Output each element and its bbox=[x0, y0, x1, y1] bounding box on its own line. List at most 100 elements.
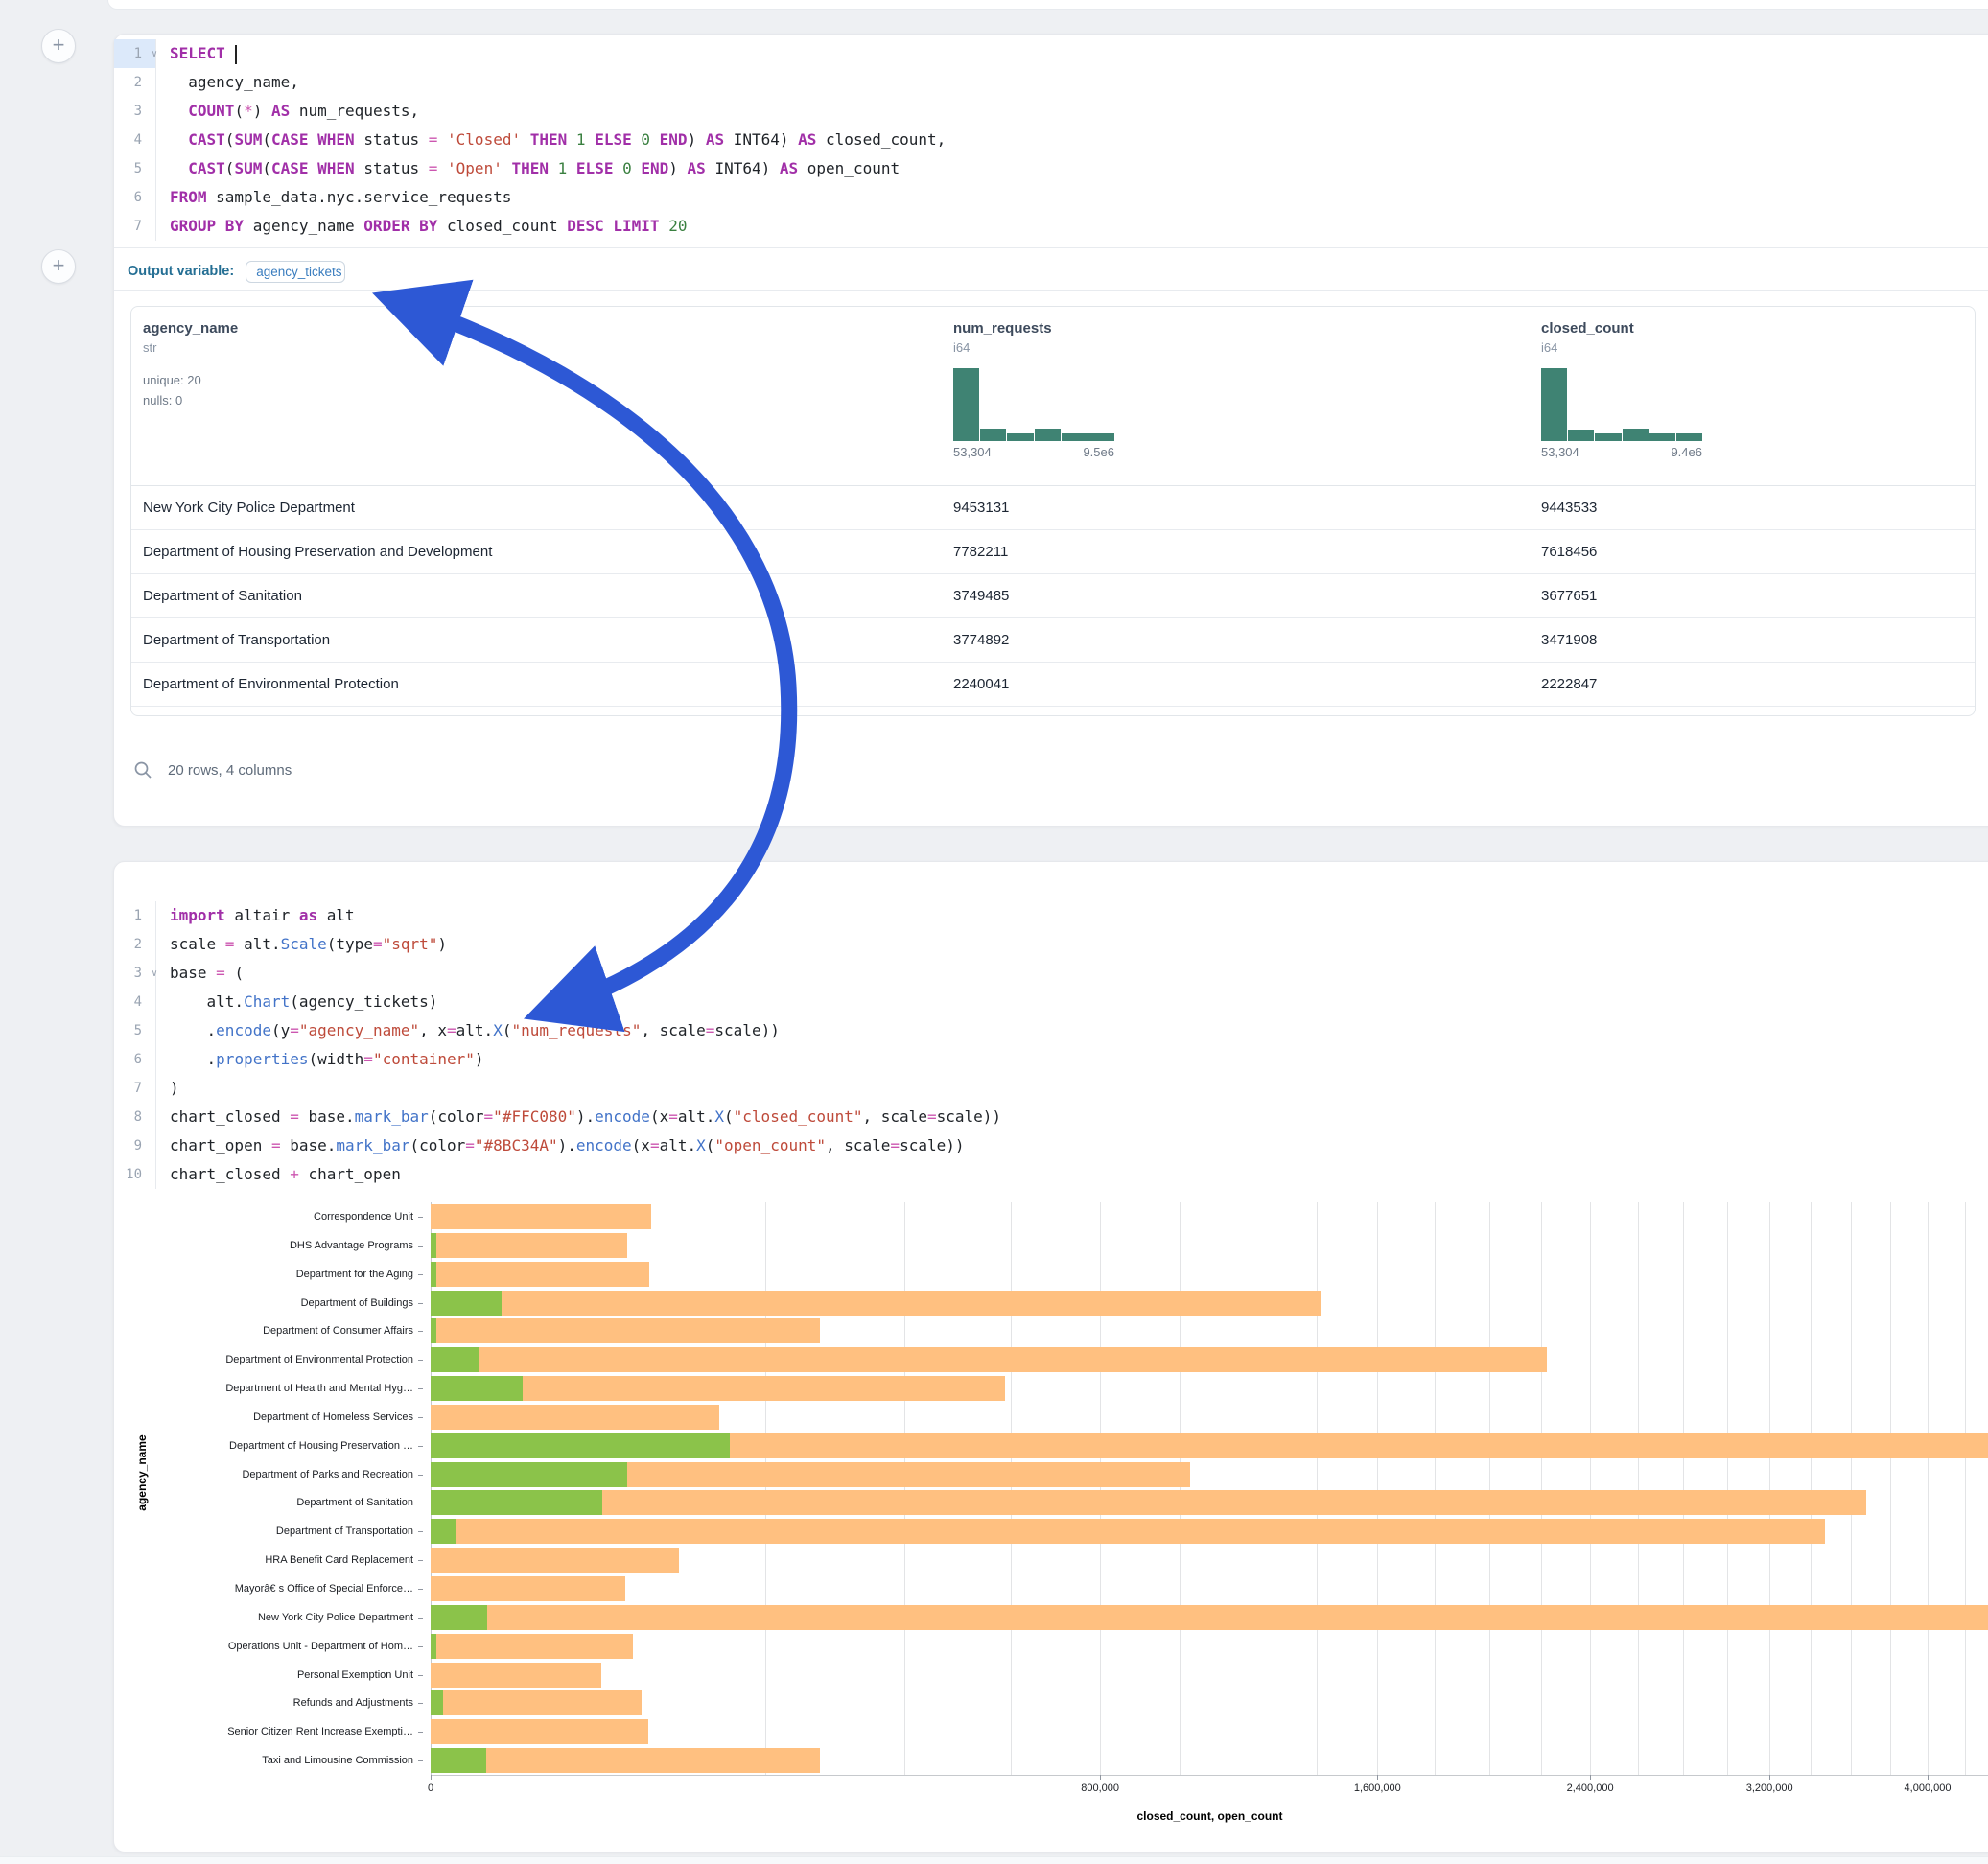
line-number-gutter: 3∨ bbox=[114, 959, 156, 988]
y-axis-tick-label: Taxi and Limousine Commission bbox=[262, 1755, 413, 1766]
bar-open-count bbox=[431, 1233, 436, 1258]
gridline bbox=[1100, 1202, 1101, 1775]
code-line[interactable]: 2 agency_name, bbox=[114, 68, 1988, 97]
bar-closed-count bbox=[431, 1634, 633, 1659]
code-line[interactable]: 3 COUNT(*) AS num_requests, bbox=[114, 97, 1988, 126]
bar-open-count bbox=[431, 1376, 523, 1401]
code-line[interactable]: 8chart_closed = base.mark_bar(color="#FF… bbox=[114, 1103, 1988, 1131]
code-text: CAST(SUM(CASE WHEN status = 'Open' THEN … bbox=[156, 154, 900, 183]
bar-open-count bbox=[431, 1690, 443, 1715]
column-type: str bbox=[143, 340, 953, 355]
code-line[interactable]: 9chart_open = base.mark_bar(color="#8BC3… bbox=[114, 1131, 1988, 1160]
histogram-bar bbox=[1623, 429, 1649, 441]
y-axis-tick bbox=[418, 1417, 423, 1418]
x-axis-tick bbox=[431, 1775, 432, 1780]
gridline bbox=[1769, 1202, 1770, 1775]
y-axis-tick bbox=[418, 1217, 423, 1218]
bar-open-count bbox=[431, 1634, 436, 1659]
bar-closed-count bbox=[431, 1490, 1866, 1515]
code-line[interactable]: 2scale = alt.Scale(type="sqrt") bbox=[114, 930, 1988, 959]
divider bbox=[114, 290, 1988, 291]
table-cell: 9453131 bbox=[953, 486, 1541, 529]
code-line[interactable]: 4 alt.Chart(agency_tickets) bbox=[114, 988, 1988, 1016]
sql-editor[interactable]: 1∨SELECT 2 agency_name,3 COUNT(*) AS num… bbox=[114, 39, 1988, 241]
y-axis-tick-label: Department of Environmental Protection bbox=[225, 1354, 413, 1365]
code-line[interactable]: 6FROM sample_data.nyc.service_requests bbox=[114, 183, 1988, 212]
add-cell-button[interactable]: + bbox=[41, 29, 76, 63]
chevron-down-icon[interactable]: ∨ bbox=[152, 40, 157, 69]
code-line[interactable]: 5 CAST(SUM(CASE WHEN status = 'Open' THE… bbox=[114, 154, 1988, 183]
output-variable-pill[interactable]: agency_tickets bbox=[246, 261, 344, 283]
add-cell-button[interactable]: + bbox=[41, 249, 76, 284]
code-line[interactable]: 6 .properties(width="container") bbox=[114, 1045, 1988, 1074]
y-axis-tick-label: Department of Transportation bbox=[276, 1526, 413, 1537]
code-line[interactable]: 10chart_closed + chart_open bbox=[114, 1160, 1988, 1189]
line-number-gutter: 5 bbox=[114, 154, 156, 183]
x-axis-tick bbox=[1377, 1775, 1378, 1780]
plus-icon: + bbox=[53, 253, 65, 277]
code-text: SELECT bbox=[156, 39, 237, 68]
bar-open-count bbox=[431, 1519, 456, 1544]
x-axis-tick-label: 0 bbox=[428, 1782, 433, 1794]
code-line[interactable]: 5 .encode(y="agency_name", x=alt.X("num_… bbox=[114, 1016, 1988, 1045]
line-number-gutter: 9 bbox=[114, 1131, 156, 1160]
y-axis-tick bbox=[418, 1246, 423, 1247]
x-axis-tick-label: 1,600,000 bbox=[1354, 1782, 1401, 1794]
gridline bbox=[1011, 1202, 1012, 1775]
x-axis-tick-label: 2,400,000 bbox=[1567, 1782, 1614, 1794]
chart-y-axis: Correspondence UnitDHS Advantage Program… bbox=[114, 1202, 431, 1775]
line-number-gutter: 1 bbox=[114, 901, 156, 930]
histogram-bar bbox=[1676, 433, 1702, 441]
gridline bbox=[1683, 1202, 1684, 1775]
column-stat-unique: unique: 20 bbox=[143, 370, 953, 390]
column-stat-nulls: nulls: 0 bbox=[143, 390, 953, 410]
column-header-closed-count[interactable]: closed_count i64 53,304 9.4e6 bbox=[1541, 320, 1975, 485]
histogram-bar bbox=[953, 368, 979, 441]
altair-chart-plot[interactable] bbox=[431, 1202, 1988, 1776]
bar-open-count bbox=[431, 1262, 436, 1287]
code-text: .properties(width="container") bbox=[156, 1045, 484, 1074]
next-cell-edge bbox=[0, 1856, 1988, 1864]
table-cell: 3774892 bbox=[953, 618, 1541, 662]
y-axis-tick-label: DHS Advantage Programs bbox=[290, 1240, 413, 1251]
bar-open-count bbox=[431, 1462, 627, 1487]
code-text: chart_closed + chart_open bbox=[156, 1160, 401, 1189]
histogram-bar bbox=[1595, 433, 1621, 441]
table-row: New York City Police Department945313194… bbox=[131, 486, 1975, 530]
column-header-num-requests[interactable]: num_requests i64 53,304 9.5e6 bbox=[953, 320, 1541, 485]
y-axis-tick-label: Mayorâ€ s Office of Special Enforce… bbox=[235, 1583, 413, 1595]
search-icon[interactable] bbox=[133, 760, 152, 780]
line-number-gutter: 7 bbox=[114, 212, 156, 241]
table-row: Department of Sanitation37494853677651 bbox=[131, 574, 1975, 618]
code-line[interactable]: 7) bbox=[114, 1074, 1988, 1103]
gridline bbox=[1317, 1202, 1318, 1775]
y-axis-tick-label: Department for the Aging bbox=[296, 1269, 413, 1280]
bar-closed-count bbox=[431, 1605, 1988, 1630]
table-cell: New York City Police Department bbox=[143, 486, 953, 529]
code-line[interactable]: 1∨SELECT bbox=[114, 39, 1988, 68]
gridline bbox=[1890, 1202, 1891, 1775]
code-line[interactable]: 4 CAST(SUM(CASE WHEN status = 'Closed' T… bbox=[114, 126, 1988, 154]
code-line[interactable]: 3∨base = ( bbox=[114, 959, 1988, 988]
hist-max-label: 9.5e6 bbox=[1083, 445, 1114, 459]
zero-line bbox=[431, 1202, 432, 1775]
dataframe-header: agency_name str unique: 20 nulls: 0 num_… bbox=[131, 307, 1975, 486]
code-text: chart_closed = base.mark_bar(color="#FFC… bbox=[156, 1103, 1001, 1131]
gridline bbox=[1811, 1202, 1812, 1775]
dataframe-footer: 20 rows, 4 columns bbox=[133, 760, 292, 780]
line-number-gutter: 4 bbox=[114, 126, 156, 154]
y-axis-tick bbox=[418, 1589, 423, 1590]
gridline bbox=[765, 1202, 766, 1775]
code-line[interactable]: 1import altair as alt bbox=[114, 901, 1988, 930]
bar-closed-count bbox=[431, 1719, 648, 1744]
bar-closed-count bbox=[431, 1748, 820, 1773]
chevron-down-icon[interactable]: ∨ bbox=[152, 960, 157, 989]
bar-closed-count bbox=[431, 1347, 1547, 1372]
divider bbox=[114, 247, 1988, 248]
code-line[interactable]: 7GROUP BY agency_name ORDER BY closed_co… bbox=[114, 212, 1988, 241]
line-number-gutter: 1∨ bbox=[114, 39, 156, 68]
bar-open-count bbox=[431, 1347, 479, 1372]
python-editor[interactable]: 1import altair as alt2scale = alt.Scale(… bbox=[114, 901, 1988, 1189]
column-header-agency-name[interactable]: agency_name str unique: 20 nulls: 0 bbox=[143, 320, 953, 485]
x-axis-tick-label: 4,000,000 bbox=[1905, 1782, 1952, 1794]
